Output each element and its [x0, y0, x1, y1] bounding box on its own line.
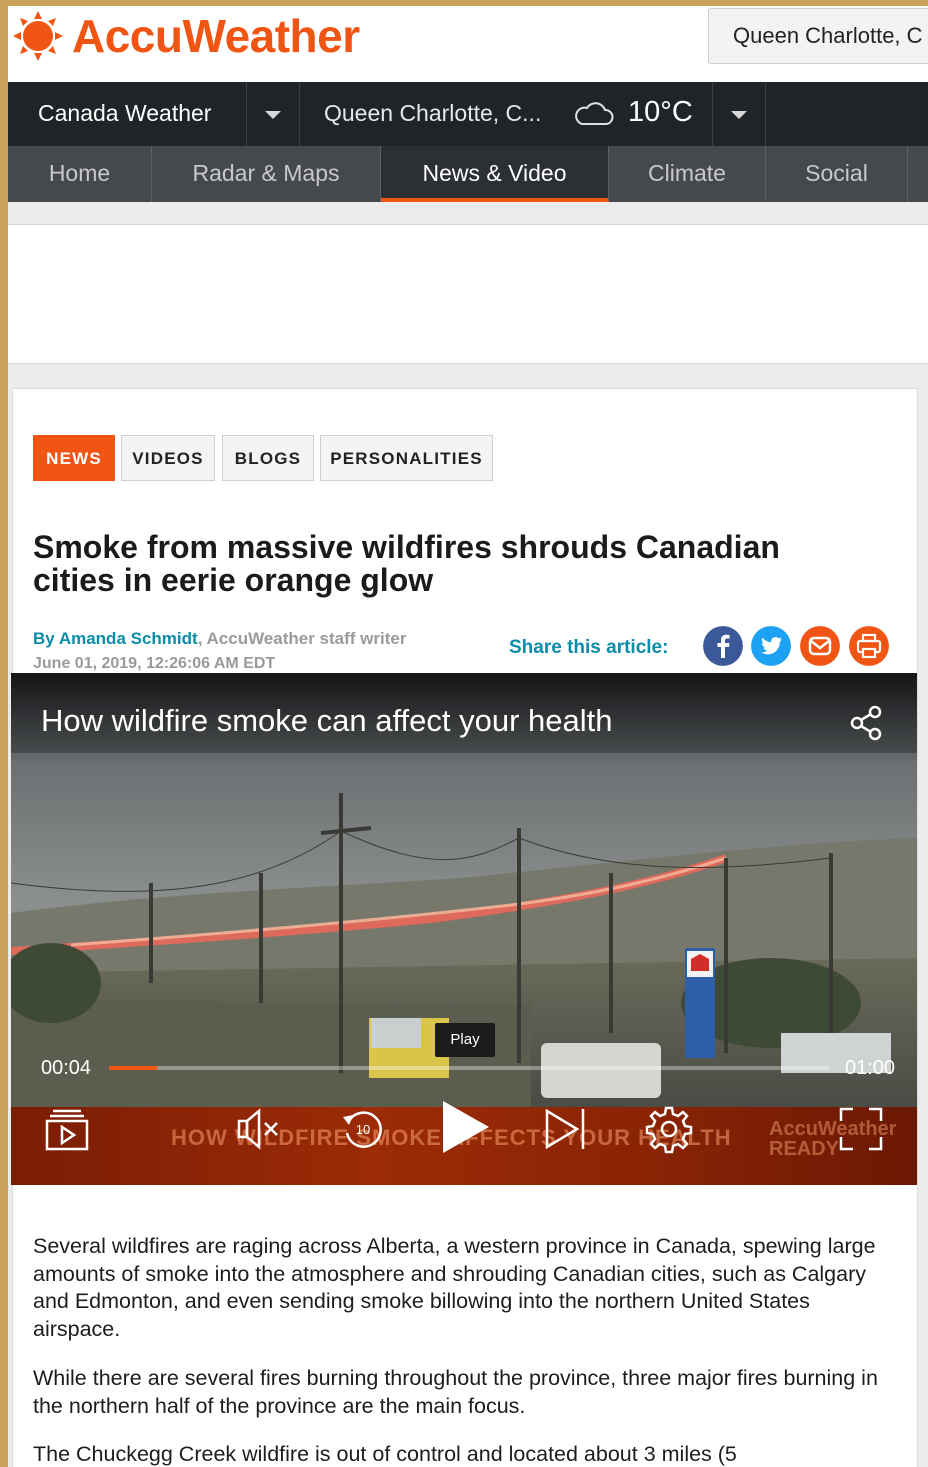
article-card: NEWS VIDEOS BLOGS PERSONALITIES Smoke fr… [11, 388, 918, 1467]
video-player[interactable]: How wildfire smoke can affect your healt… [11, 673, 917, 1185]
tag-blogs[interactable]: BLOGS [222, 435, 314, 481]
print-icon[interactable] [849, 626, 889, 666]
region-dropdown-button[interactable] [246, 82, 300, 146]
chevron-down-icon [265, 111, 281, 119]
article-paragraph: Several wildfires are raging across Albe… [33, 1234, 876, 1341]
settings-gear-icon[interactable] [643, 1103, 695, 1155]
play-icon[interactable] [435, 1097, 495, 1157]
cloud-icon [575, 102, 614, 125]
author-role: , AccuWeather staff writer [197, 629, 407, 648]
primary-nav: Canada Weather Queen Charlotte, C... 10°… [8, 82, 928, 146]
section-nav: Home Radar & Maps News & Video Climate S… [8, 146, 928, 202]
tab-home[interactable]: Home [8, 146, 152, 202]
site-header: AccuWeather Queen Charlotte, C [8, 6, 928, 82]
article-paragraph: The Chuckegg Creek wildfire is out of co… [33, 1442, 737, 1466]
duration: 01:00 [845, 1057, 896, 1079]
fullscreen-icon[interactable] [835, 1103, 887, 1155]
chevron-down-icon [731, 111, 747, 119]
tag-news[interactable]: NEWS [33, 435, 115, 481]
twitter-icon[interactable] [751, 626, 791, 666]
tag-personalities[interactable]: PERSONALITIES [320, 435, 493, 481]
author-link[interactable]: By Amanda Schmidt [33, 629, 198, 648]
rewind-10-icon[interactable]: 10 [337, 1103, 389, 1155]
facebook-icon[interactable] [703, 626, 743, 666]
ad-placeholder [8, 224, 928, 364]
share-label: Share this article: [509, 637, 669, 658]
sun-icon [13, 11, 63, 61]
article-paragraph: While there are several fires burning th… [33, 1366, 878, 1418]
mute-icon[interactable] [233, 1103, 285, 1155]
current-temperature[interactable]: 10°C [628, 96, 693, 129]
tab-climate[interactable]: Climate [609, 146, 766, 202]
tab-social[interactable]: Social [766, 146, 908, 202]
accuweather-logo[interactable]: AccuWeather [12, 8, 360, 64]
next-icon[interactable] [541, 1103, 593, 1155]
email-icon[interactable] [800, 626, 840, 666]
play-tooltip: Play [435, 1023, 495, 1057]
tab-news-video[interactable]: News & Video [381, 146, 609, 202]
article-title: Smoke from massive wildfires shrouds Can… [33, 529, 780, 598]
current-location[interactable]: Queen Charlotte, C... [324, 100, 560, 127]
weather-dropdown-button[interactable] [712, 82, 766, 146]
share-icon[interactable] [847, 703, 887, 743]
logo-text: AccuWeather [72, 10, 360, 62]
current-time: 00:04 [41, 1057, 92, 1079]
tab-radar-maps[interactable]: Radar & Maps [152, 146, 381, 202]
playlist-icon[interactable] [41, 1103, 93, 1155]
publish-date: June 01, 2019, 12:26:06 AM EDT [33, 655, 276, 672]
byline: By Amanda Schmidt, AccuWeather staff wri… [33, 629, 406, 649]
tag-videos[interactable]: VIDEOS [121, 435, 215, 481]
region-selector[interactable]: Canada Weather [8, 82, 244, 146]
progress-bar[interactable] [109, 1066, 829, 1070]
location-search-input[interactable]: Queen Charlotte, C [708, 8, 928, 64]
video-title: How wildfire smoke can affect your healt… [41, 703, 613, 738]
progress-fill [109, 1066, 158, 1070]
page: AccuWeather Queen Charlotte, C Canada We… [8, 6, 928, 1467]
rewind-seconds: 10 [356, 1122, 370, 1137]
